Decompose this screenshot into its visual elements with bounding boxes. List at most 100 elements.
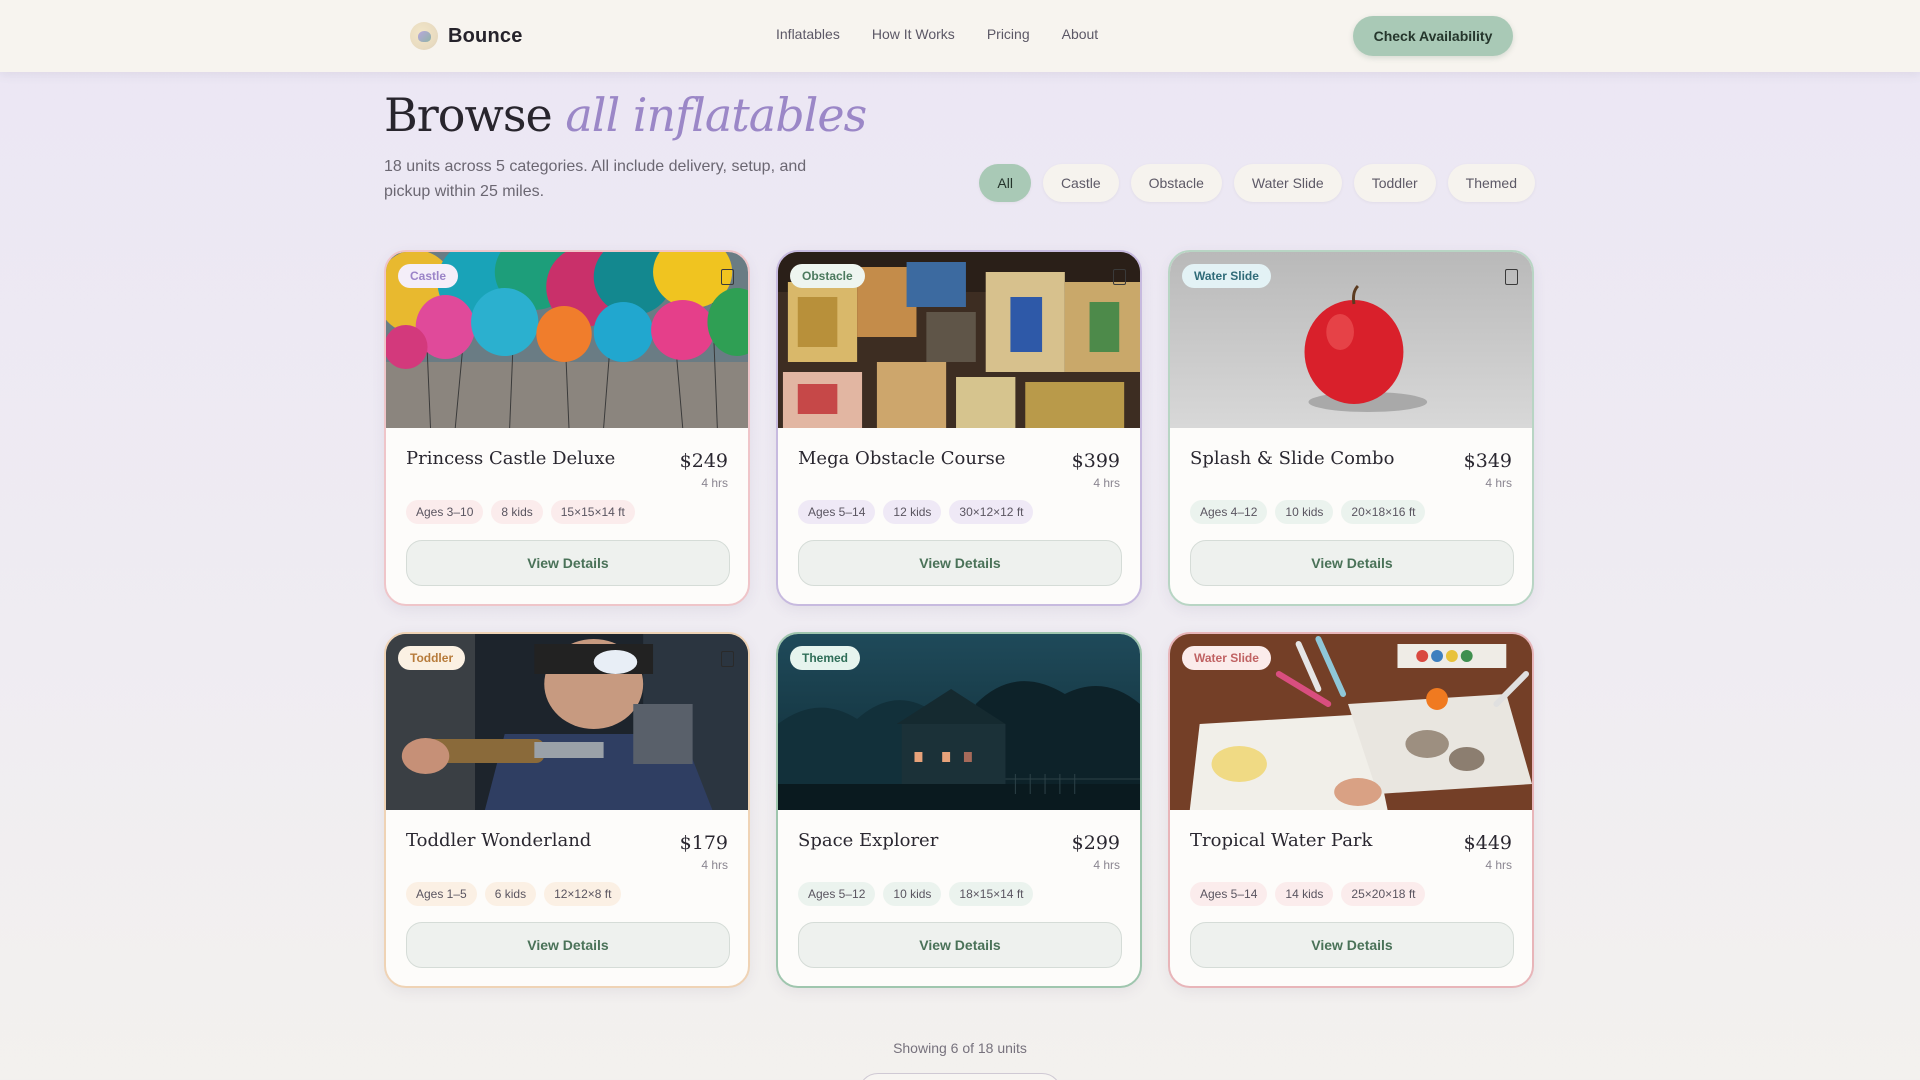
card-info: Mega Obstacle Course $399 4 hrs Ages 5–1… — [778, 428, 1140, 586]
filter-chip-water-slide[interactable]: Water Slide — [1233, 164, 1342, 202]
age-tag: Ages 5–12 — [798, 882, 876, 906]
product-price: $349 — [1463, 450, 1512, 472]
product-image[interactable]: Obstacle — [778, 252, 1140, 428]
balloon-logo-icon — [410, 22, 438, 50]
age-tag: Ages 4–12 — [1190, 500, 1268, 524]
main-nav: Inflatables How It Works Pricing About — [776, 26, 1098, 42]
product-image[interactable]: Themed — [778, 634, 1140, 810]
product-name: Mega Obstacle Course — [798, 448, 1006, 469]
capacity-tag: 14 kids — [1275, 882, 1334, 906]
bookmark-icon[interactable] — [1113, 269, 1126, 285]
capacity-tag: 10 kids — [883, 882, 942, 906]
category-badge: Water Slide — [1182, 646, 1271, 670]
top-navigation-bar: Bounce Inflatables How It Works Pricing … — [0, 0, 1920, 72]
product-name: Princess Castle Deluxe — [406, 448, 616, 469]
product-name: Toddler Wonderland — [406, 830, 592, 851]
nav-link-how-it-works[interactable]: How It Works — [872, 26, 955, 42]
spec-tags: Ages 4–12 10 kids 20×18×16 ft — [1190, 500, 1426, 524]
product-price: $179 — [679, 832, 728, 854]
product-card[interactable]: Obstacle Mega Obstacle Course $399 4 hrs… — [776, 250, 1142, 606]
view-details-button[interactable]: View Details — [798, 922, 1122, 968]
filter-chip-themed[interactable]: Themed — [1447, 164, 1535, 202]
card-info: Tropical Water Park $449 4 hrs Ages 5–14… — [1170, 810, 1532, 968]
filter-chip-all[interactable]: All — [979, 164, 1031, 202]
product-card[interactable]: Water Slide Splash & Slide Combo $349 4 … — [1168, 250, 1534, 606]
size-tag: 18×15×14 ft — [949, 882, 1034, 906]
product-card[interactable]: Water Slide Tropical Water Park $449 4 h… — [1168, 632, 1534, 988]
card-info: Splash & Slide Combo $349 4 hrs Ages 4–1… — [1170, 428, 1532, 586]
size-tag: 15×15×14 ft — [550, 500, 635, 524]
product-card[interactable]: Toddler Toddler Wonderland $179 4 hrs Ag… — [384, 632, 750, 988]
size-tag: 12×12×8 ft — [544, 882, 622, 906]
age-tag: Ages 3–10 — [406, 500, 484, 524]
filter-chip-toddler[interactable]: Toddler — [1353, 164, 1436, 202]
capacity-tag: 10 kids — [1275, 500, 1334, 524]
category-badge: Themed — [790, 646, 861, 670]
capacity-tag: 6 kids — [484, 882, 537, 906]
rental-duration: 4 hrs — [701, 476, 728, 490]
size-tag: 25×20×18 ft — [1341, 882, 1426, 906]
category-badge: Obstacle — [790, 264, 865, 288]
card-info: Toddler Wonderland $179 4 hrs Ages 1–5 6… — [386, 810, 748, 968]
size-tag: 30×12×12 ft — [949, 500, 1034, 524]
brand[interactable]: Bounce — [410, 20, 523, 52]
inflatables-grid: Castle Princess Castle Deluxe $249 4 hrs… — [384, 250, 1534, 988]
view-details-button[interactable]: View Details — [798, 540, 1122, 586]
rental-duration: 4 hrs — [701, 858, 728, 872]
age-tag: Ages 5–14 — [1190, 882, 1268, 906]
category-badge: Water Slide — [1182, 264, 1271, 288]
bookmark-icon[interactable] — [1505, 269, 1518, 285]
page-title: Browse all inflatables — [384, 88, 867, 142]
page-title-accent: all inflatables — [565, 88, 867, 142]
product-image[interactable]: Water Slide — [1170, 252, 1532, 428]
capacity-tag: 8 kids — [491, 500, 543, 524]
brand-name: Bounce — [448, 24, 523, 47]
card-info: Space Explorer $299 4 hrs Ages 5–12 10 k… — [778, 810, 1140, 968]
bookmark-icon[interactable] — [721, 651, 734, 667]
rental-duration: 4 hrs — [1093, 858, 1120, 872]
size-tag: 20×18×16 ft — [1341, 500, 1426, 524]
product-price: $249 — [679, 450, 728, 472]
product-image[interactable]: Toddler — [386, 634, 748, 810]
product-image[interactable]: Castle — [386, 252, 748, 428]
bookmark-icon[interactable] — [721, 269, 734, 285]
product-card[interactable]: Castle Princess Castle Deluxe $249 4 hrs… — [384, 250, 750, 606]
capacity-tag: 12 kids — [883, 500, 942, 524]
page-subtitle: 18 units across 5 categories. All includ… — [384, 158, 807, 200]
product-name: Space Explorer — [798, 830, 939, 851]
category-badge: Toddler — [398, 646, 466, 670]
spec-tags: Ages 3–10 8 kids 15×15×14 ft — [406, 500, 635, 524]
nav-link-pricing[interactable]: Pricing — [987, 26, 1030, 42]
rental-duration: 4 hrs — [1093, 476, 1120, 490]
view-details-button[interactable]: View Details — [1190, 922, 1514, 968]
page-title-plain: Browse — [384, 88, 553, 142]
load-more-button[interactable] — [858, 1073, 1062, 1080]
product-image[interactable]: Water Slide — [1170, 634, 1532, 810]
nav-link-about[interactable]: About — [1062, 26, 1099, 42]
view-details-button[interactable]: View Details — [406, 922, 730, 968]
spec-tags: Ages 1–5 6 kids 12×12×8 ft — [406, 882, 622, 906]
view-details-button[interactable]: View Details — [1190, 540, 1514, 586]
product-price: $449 — [1463, 832, 1512, 854]
filter-chip-obstacle[interactable]: Obstacle — [1130, 164, 1222, 202]
check-availability-button[interactable]: Check Availability — [1353, 16, 1513, 56]
category-filters: All Castle Obstacle Water Slide Toddler … — [979, 164, 1535, 202]
product-card[interactable]: Themed Space Explorer $299 4 hrs Ages 5–… — [776, 632, 1142, 988]
product-name: Splash & Slide Combo — [1190, 448, 1395, 469]
category-badge: Castle — [398, 264, 459, 288]
spec-tags: Ages 5–12 10 kids 18×15×14 ft — [798, 882, 1034, 906]
card-info: Princess Castle Deluxe $249 4 hrs Ages 3… — [386, 428, 748, 586]
filter-chip-castle[interactable]: Castle — [1042, 164, 1119, 202]
age-tag: Ages 1–5 — [406, 882, 477, 906]
nav-link-inflatables[interactable]: Inflatables — [776, 26, 840, 42]
rental-duration: 4 hrs — [1485, 858, 1512, 872]
rental-duration: 4 hrs — [1485, 476, 1512, 490]
view-details-button[interactable]: View Details — [406, 540, 730, 586]
results-count: Showing 6 of 18 units — [893, 1040, 1027, 1056]
product-price: $399 — [1071, 450, 1120, 472]
age-tag: Ages 5–14 — [798, 500, 876, 524]
product-price: $299 — [1071, 832, 1120, 854]
product-name: Tropical Water Park — [1190, 830, 1373, 851]
spec-tags: Ages 5–14 12 kids 30×12×12 ft — [798, 500, 1034, 524]
spec-tags: Ages 5–14 14 kids 25×20×18 ft — [1190, 882, 1426, 906]
